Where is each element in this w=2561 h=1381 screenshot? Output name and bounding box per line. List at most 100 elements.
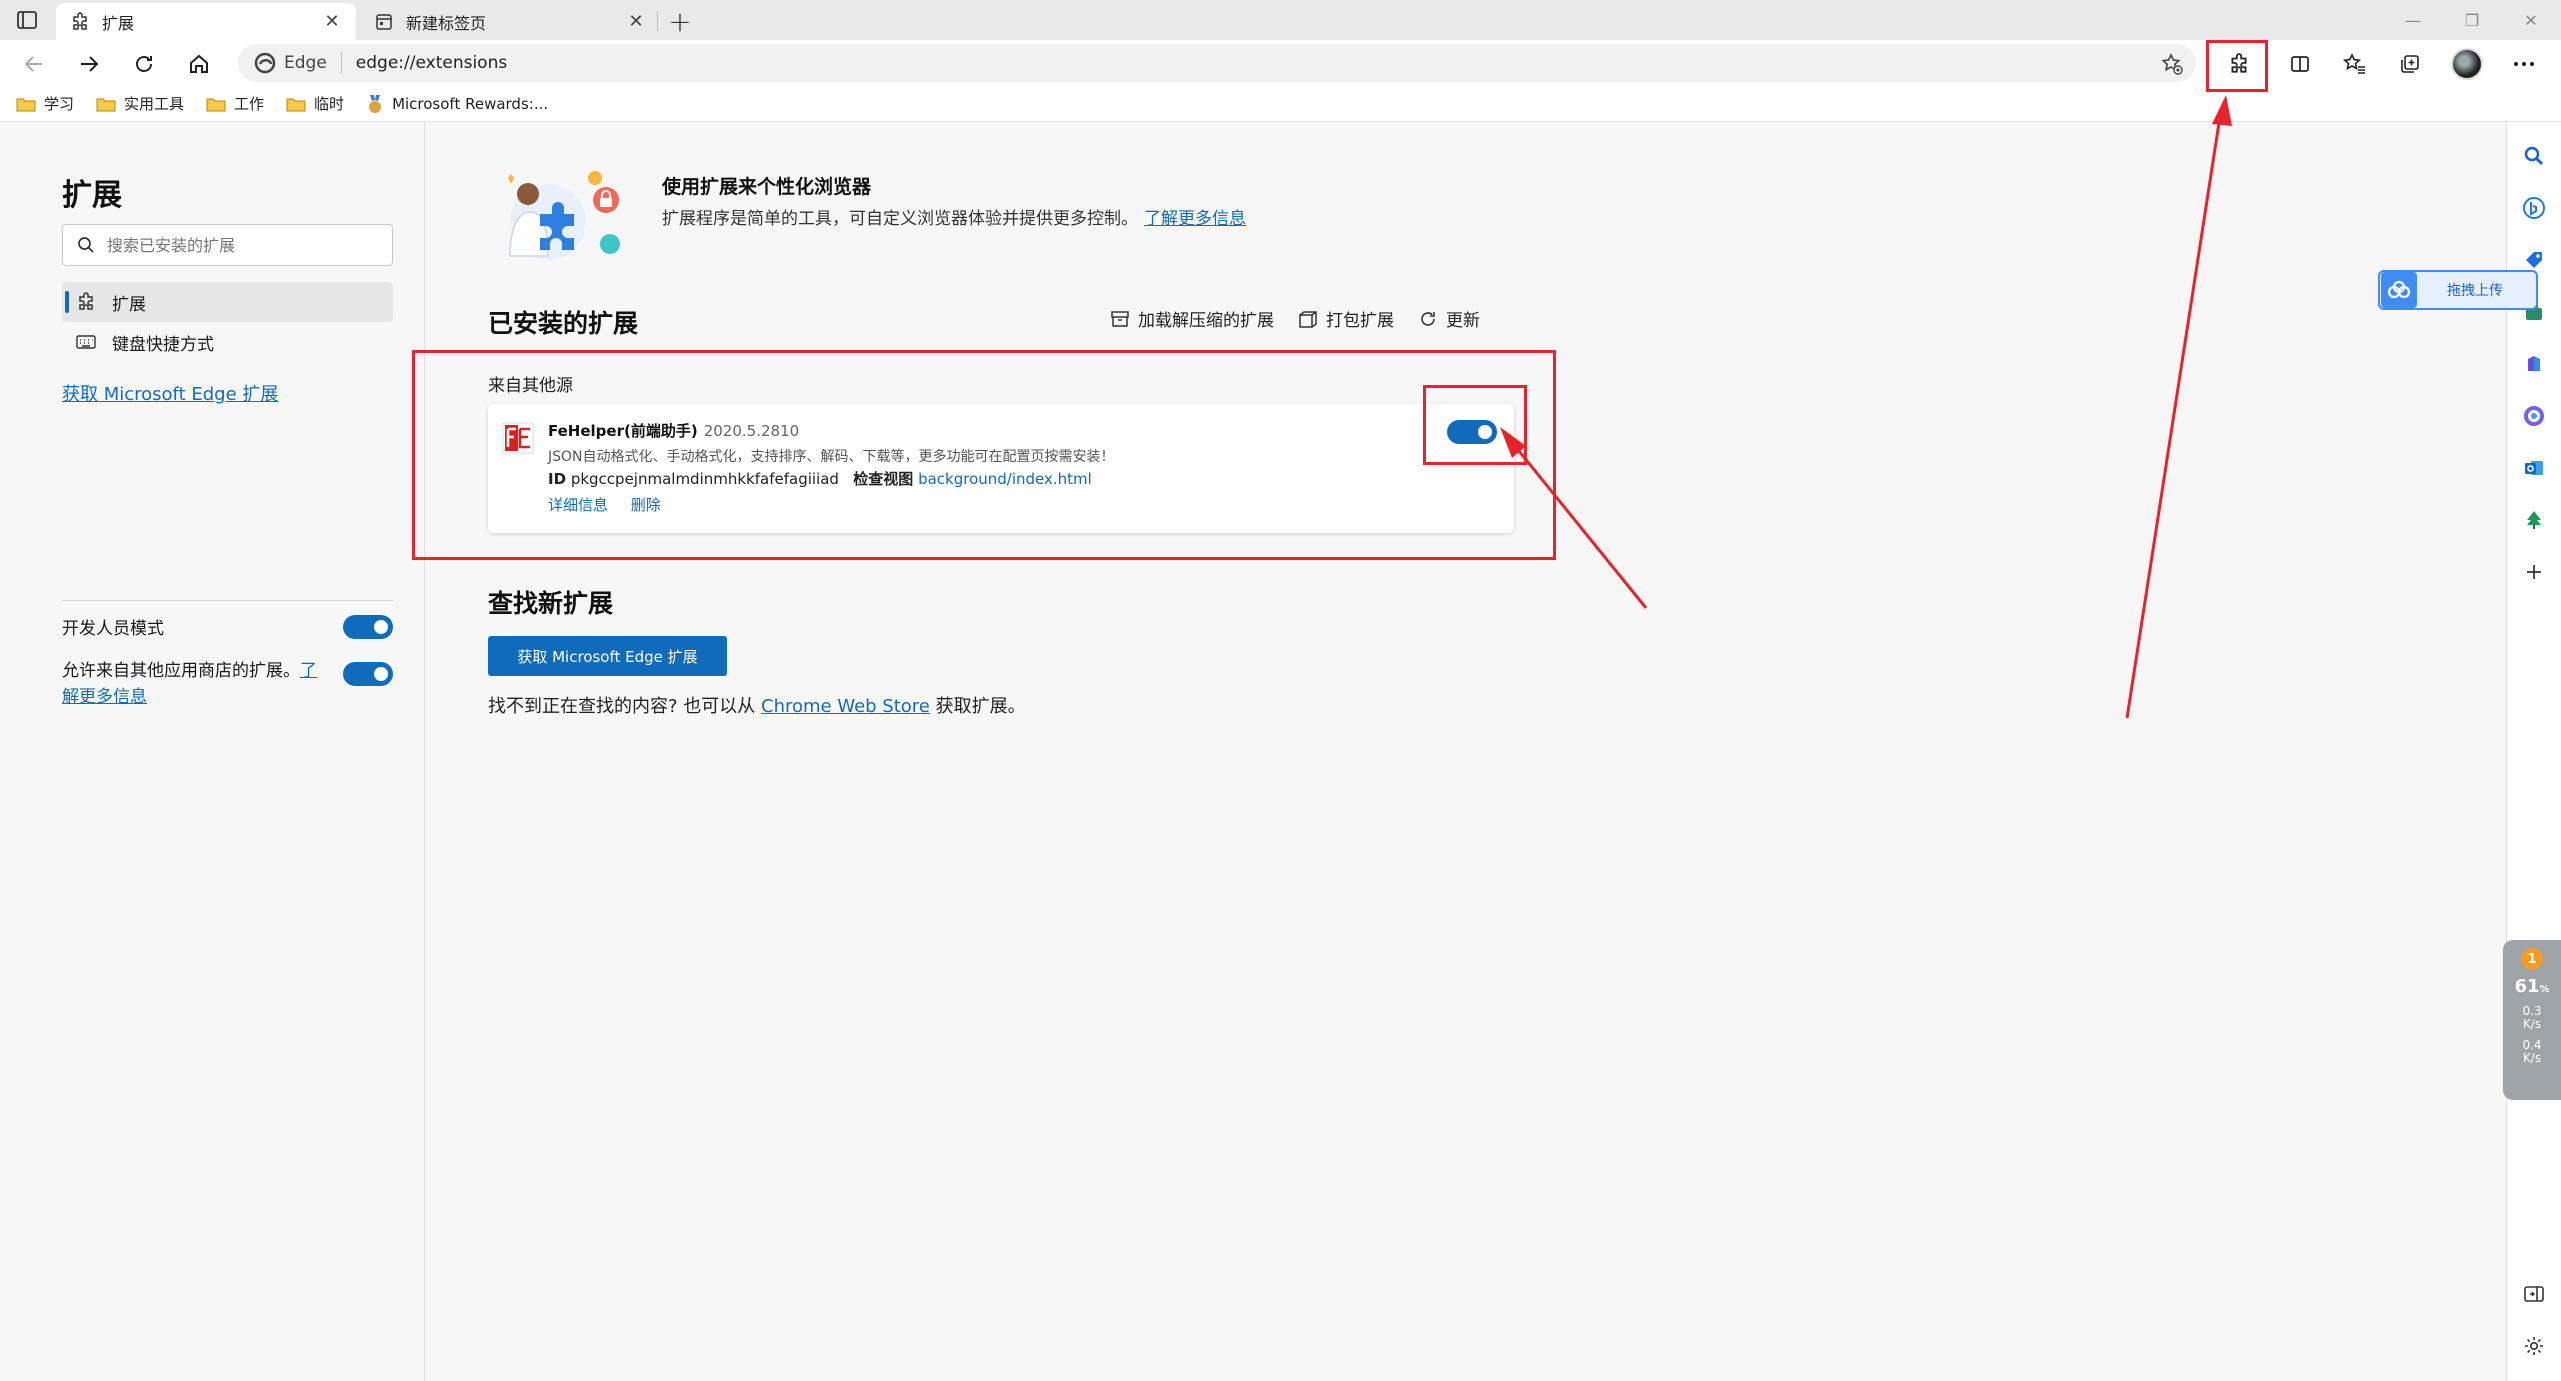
network-speed-widget[interactable]: 1 61% 0.3 K/s 0.4 K/s (2503, 940, 2561, 1100)
update-button[interactable]: 更新 (1418, 306, 1480, 331)
address-url[interactable]: edge://extensions (356, 53, 507, 73)
cloud-link-icon (2381, 272, 2417, 308)
add-sidebar-app-icon[interactable] (2520, 558, 2548, 586)
package-icon (1299, 310, 1317, 328)
allow-other-stores-row: 允许来自其他应用商店的扩展。了解更多信息 (62, 658, 393, 710)
allow-other-stores-toggle[interactable] (343, 662, 393, 686)
upload-label: 拖拽上传 (2447, 283, 2503, 299)
close-icon[interactable]: ✕ (626, 11, 646, 32)
sidebar-item-extensions[interactable]: 扩展 (62, 282, 393, 322)
profile-avatar[interactable] (2451, 48, 2483, 80)
installed-extensions-title: 已安装的扩展 (488, 309, 639, 338)
refresh-button[interactable] (128, 48, 160, 80)
percent-value: 61 (2514, 976, 2540, 997)
close-icon[interactable]: ✕ (322, 11, 342, 32)
favorite-folder[interactable]: 工作 (206, 93, 264, 114)
favorite-label: 临时 (314, 95, 345, 113)
forward-button[interactable] (73, 48, 105, 80)
favorites-icon[interactable] (2339, 48, 2371, 80)
new-tab-button[interactable]: + (665, 5, 695, 38)
search-input[interactable] (107, 235, 367, 255)
favorite-label: 工作 (234, 95, 265, 113)
toolbar: Edge edge://extensions (0, 40, 2561, 86)
find-new-extensions-title: 查找新扩展 (488, 589, 614, 618)
puzzle-icon (70, 11, 90, 32)
tab-separator (657, 11, 658, 31)
load-unpacked-button[interactable]: 加载解压缩的扩展 (1110, 306, 1274, 331)
tab-title: 扩展 (102, 13, 135, 33)
rewards-medal-icon (369, 94, 382, 113)
search-box[interactable] (62, 224, 393, 266)
download-speed: 0.4 K/s (2503, 1039, 2561, 1065)
get-edge-extensions-button[interactable]: 获取 Microsoft Edge 扩展 (488, 636, 727, 676)
more-options-icon[interactable] (2508, 48, 2540, 80)
allow-other-stores-text: 允许来自其他应用商店的扩展。了解更多信息 (62, 658, 322, 710)
personalize-illustration-icon (508, 171, 620, 260)
tab-new-tab[interactable]: 新建标签页 ✕ (360, 3, 660, 40)
address-brand: Edge (284, 53, 327, 73)
speed-unit: K/s (2522, 1051, 2542, 1065)
sidebar-divider (62, 600, 393, 601)
drag-upload-widget[interactable]: 拖拽上传 (2378, 270, 2538, 310)
annotation-box-toggle (1423, 385, 1527, 465)
action-label: 更新 (1446, 311, 1480, 331)
chrome-web-store-link[interactable]: Chrome Web Store (761, 696, 930, 717)
folder-icon (206, 98, 226, 111)
favorite-link[interactable]: Microsoft Rewards:... (366, 94, 548, 114)
minimize-icon[interactable]: — (2393, 6, 2433, 34)
search-icon[interactable] (2520, 142, 2548, 170)
favorites-bar: 学习 实用工具 工作 临时 Microsoft Rewards:... (0, 86, 2561, 122)
collections-icon[interactable] (2394, 48, 2426, 80)
tab-title: 新建标签页 (406, 13, 487, 33)
restore-icon[interactable]: ❐ (2452, 6, 2492, 34)
office-icon[interactable] (2520, 402, 2548, 430)
speed-percent: 61% (2514, 976, 2550, 997)
get-edge-extensions-link[interactable]: 获取 Microsoft Edge 扩展 (62, 380, 278, 406)
favorite-label: 学习 (44, 95, 75, 113)
sidebar-title: 扩展 (62, 178, 122, 213)
find-text-after: 获取扩展。 (935, 696, 1026, 717)
new-tab-page-icon (374, 12, 394, 32)
annotation-box-extension-card (412, 350, 1556, 560)
action-label: 打包扩展 (1326, 311, 1394, 331)
upload-speed: 0.3 K/s (2503, 1005, 2561, 1031)
tab-actions-icon[interactable] (14, 8, 44, 34)
action-label: 加载解压缩的扩展 (1138, 311, 1274, 331)
bing-chat-icon[interactable] (2520, 194, 2548, 222)
back-button[interactable] (18, 48, 50, 80)
address-bar[interactable]: Edge edge://extensions (238, 44, 2196, 82)
keyboard-icon (76, 335, 96, 349)
split-screen-icon[interactable] (2284, 48, 2316, 80)
favorite-folder[interactable]: 实用工具 (96, 93, 184, 114)
hide-sidebar-icon[interactable] (2520, 1280, 2548, 1308)
settings-gear-icon[interactable] (2520, 1332, 2548, 1360)
favorite-folder[interactable]: 学习 (16, 93, 74, 114)
address-separator (340, 52, 342, 74)
developer-mode-row: 开发人员模式 (62, 614, 393, 639)
hero-learn-more-link[interactable]: 了解更多信息 (1144, 209, 1246, 229)
folder-icon (96, 98, 116, 111)
hero-description-text: 扩展程序是简单的工具，可自定义浏览器体验并提供更多控制。 (662, 209, 1138, 229)
download-speed-value: 0.4 (2522, 1038, 2542, 1052)
favorite-folder[interactable]: 临时 (286, 93, 344, 114)
folder-icon (286, 98, 306, 111)
outlook-icon[interactable] (2520, 454, 2548, 482)
archive-box-icon (1111, 310, 1129, 327)
tab-extensions[interactable]: 扩展 ✕ (56, 3, 356, 40)
close-window-icon[interactable]: ✕ (2511, 6, 2551, 34)
home-button[interactable] (183, 48, 215, 80)
developer-mode-label: 开发人员模式 (62, 619, 164, 639)
games-icon[interactable] (2520, 350, 2548, 378)
tree-icon[interactable] (2520, 506, 2548, 534)
pack-extension-button[interactable]: 打包扩展 (1298, 306, 1394, 331)
developer-mode-toggle[interactable] (343, 614, 393, 639)
add-favorite-icon[interactable] (2160, 52, 2184, 76)
sidebar-item-keyboard-shortcuts[interactable]: 键盘快捷方式 (62, 322, 393, 362)
folder-icon (16, 98, 36, 111)
extensions-sidebar: 扩展 扩展 键盘快捷方式 获取 Microsoft Edge 扩展 开发人员模式… (0, 122, 425, 1381)
find-text-before: 找不到正在查找的内容? 也可以从 (488, 696, 756, 717)
sidebar-item-label: 扩展 (112, 294, 146, 315)
favorite-label: 实用工具 (124, 95, 185, 113)
upload-speed-value: 0.3 (2522, 1004, 2542, 1018)
sidebar-item-label: 键盘快捷方式 (112, 334, 214, 355)
